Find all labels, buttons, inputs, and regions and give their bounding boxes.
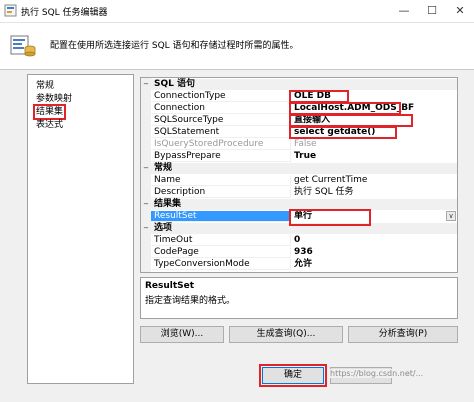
category-sql-statement[interactable]: − SQL 语句 (141, 79, 457, 90)
column-divider (290, 175, 291, 186)
property-name: ConnectionType (154, 91, 226, 101)
app-icon (4, 4, 17, 17)
nav-item-result-set[interactable]: 结果集 (32, 104, 67, 120)
column-divider (290, 187, 291, 198)
title-bar: 执行 SQL 任务编辑器 — ☐ ✕ (0, 0, 474, 23)
nav-item-parameter-mapping[interactable]: 参数映射 (35, 93, 73, 105)
category-general[interactable]: − 常规 (141, 163, 457, 174)
property-value[interactable]: 允许 (294, 259, 312, 270)
annotation-box (289, 126, 397, 139)
property-name: CodePage (154, 247, 199, 257)
header-description: 配置在使用所选连接运行 SQL 语句和存储过程时所需的属性。 (50, 41, 299, 51)
property-value[interactable]: 执行 SQL 任务 (294, 187, 354, 198)
build-query-button[interactable]: 生成查询(Q)... (229, 326, 343, 343)
property-name: Name (154, 175, 181, 185)
collapse-icon[interactable]: − (142, 164, 150, 172)
property-name: ResultSet (154, 211, 197, 221)
collapse-icon[interactable]: − (142, 224, 150, 232)
property-grid: − SQL 语句 ConnectionType OLE DB Connectio… (140, 77, 458, 273)
maximize-button[interactable]: ☐ (418, 0, 446, 22)
property-name: Description (154, 187, 206, 197)
column-divider (290, 259, 291, 270)
property-name: SQLStatement (154, 127, 220, 137)
close-button[interactable]: ✕ (446, 0, 474, 22)
category-label: 常规 (154, 163, 173, 173)
watermark: https://blog.csdn.net/... (328, 369, 426, 378)
property-value: False (294, 139, 317, 149)
column-divider (290, 139, 291, 150)
column-divider (290, 247, 291, 258)
annotation-box (259, 364, 327, 387)
property-name: IsQueryStoredProcedure (154, 139, 264, 149)
collapse-icon[interactable]: − (142, 200, 150, 208)
property-row-isquerystoredprocedure: IsQueryStoredProcedure False (141, 139, 457, 150)
property-value[interactable]: 936 (294, 247, 313, 258)
description-panel: ResultSet 指定查询结果的格式。 (140, 277, 458, 319)
property-name: TypeConversionMode (154, 259, 250, 269)
property-name: SQLSourceType (154, 115, 224, 125)
category-label: SQL 语句 (154, 79, 196, 89)
property-name: TimeOut (154, 235, 193, 245)
property-row-description[interactable]: Description 执行 SQL 任务 (141, 187, 457, 198)
column-divider (290, 151, 291, 162)
property-row-bypassprepare[interactable]: BypassPrepare True (141, 151, 457, 162)
property-row-name[interactable]: Name get CurrentTime (141, 175, 457, 186)
property-value[interactable]: True (294, 151, 316, 162)
collapse-icon[interactable]: − (142, 80, 150, 88)
property-value[interactable]: get CurrentTime (294, 175, 367, 186)
property-row-codepage[interactable]: CodePage 936 (141, 247, 457, 258)
nav-panel: 常规 参数映射 结果集 表达式 (27, 74, 134, 384)
sql-task-icon (10, 35, 36, 57)
parse-query-button[interactable]: 分析查询(P) (348, 326, 458, 343)
description-title: ResultSet (145, 281, 195, 291)
chevron-down-icon[interactable]: ∨ (446, 211, 456, 221)
nav-item-expressions[interactable]: 表达式 (35, 119, 64, 131)
window-title: 执行 SQL 任务编辑器 (21, 8, 108, 18)
property-row-timeout[interactable]: TimeOut 0 (141, 235, 457, 246)
description-text: 指定查询结果的格式。 (145, 296, 236, 306)
category-label: 选项 (154, 223, 173, 233)
minimize-button[interactable]: — (390, 0, 418, 22)
browse-button[interactable]: 浏览(W)... (140, 326, 224, 343)
property-name: Connection (154, 103, 205, 113)
column-divider (290, 235, 291, 246)
category-label: 结果集 (154, 199, 182, 209)
property-name: BypassPrepare (154, 151, 221, 161)
property-row-typeconversionmode[interactable]: TypeConversionMode 允许 (141, 259, 457, 270)
nav-item-general[interactable]: 常规 (35, 80, 55, 92)
annotation-box (289, 209, 371, 226)
editor-header: 配置在使用所选连接运行 SQL 语句和存储过程时所需的属性。 (0, 23, 474, 70)
property-value[interactable]: 0 (294, 235, 300, 246)
